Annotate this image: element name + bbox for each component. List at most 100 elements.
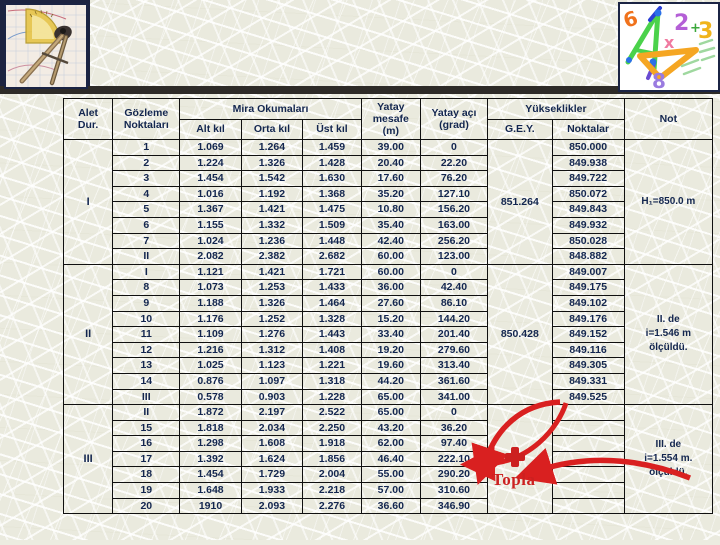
cell-nokta-yukseklik: 849.175 [551, 279, 625, 296]
cell-orta-kil: 1.276 [240, 326, 304, 343]
cell-yatay-mesafe: 57.00 [360, 482, 421, 499]
cell-nokta-yukseklik: 849.525 [551, 388, 625, 406]
cell-alt-kil: 1.024 [179, 232, 242, 250]
cell-ust-kil: 1.433 [302, 279, 362, 296]
cell-alt-kil: 1.069 [179, 139, 242, 156]
cell-yatay-aci: 36.20 [419, 419, 489, 437]
cell-yatay-mesafe: 44.20 [360, 372, 421, 390]
cell-nokta-yukseklik: 849.102 [551, 294, 625, 312]
cell-alt-kil: 1.392 [179, 450, 242, 468]
leveling-data-table-container: Alet Dur. Gözleme Noktaları Mira Okumala… [62, 98, 714, 515]
station-cell: II [62, 263, 114, 406]
yatay-mesafe-line3: (m) [382, 125, 399, 137]
cell-ust-kil: 1.509 [302, 216, 362, 234]
cell-alt-kil: 0.578 [179, 388, 242, 406]
cell-ust-kil: 2.682 [302, 248, 362, 265]
col-header-orta-kil: Orta kıl [240, 118, 304, 140]
cell-nokta-yukseklik [551, 435, 625, 452]
cell-observation-point: 19 [112, 482, 181, 499]
note-line: i=1.554 m. [644, 453, 693, 465]
col-header-gozleme-noktalari: Gözleme Noktaları [112, 98, 181, 140]
cell-ust-kil: 1.368 [302, 185, 362, 203]
cell-yatay-mesafe: 36.00 [360, 279, 421, 296]
cell-alt-kil: 1.121 [179, 263, 242, 281]
cell-orta-kil: 1.933 [240, 482, 304, 499]
cell-observation-point: 13 [112, 357, 181, 374]
cell-alt-kil: 1.818 [179, 419, 242, 437]
cell-alt-kil: 2.082 [179, 248, 242, 265]
table-row: 14 0.876 1.097 1.318 44.20 361.60 849.331 [64, 372, 713, 390]
table-row: 8 1.073 1.253 1.433 36.00 42.40 849.175 [64, 279, 713, 296]
cell-ust-kil: 1.475 [302, 201, 362, 218]
cell-yatay-aci: 279.60 [419, 341, 489, 359]
table-row: 15 1.818 2.034 2.250 43.20 36.20 [64, 419, 713, 437]
cell-yatay-aci: 290.20 [419, 466, 489, 484]
cell-alt-kil: 0.876 [179, 372, 242, 390]
cell-observation-point: 6 [112, 216, 181, 234]
cell-orta-kil: 1.252 [240, 310, 304, 328]
cell-yatay-aci: 0 [419, 263, 489, 281]
cell-orta-kil: 2.197 [240, 404, 304, 421]
cell-observation-point: 20 [112, 497, 181, 515]
cell-yatay-mesafe: 20.40 [360, 154, 421, 172]
cell-nokta-yukseklik [551, 482, 625, 499]
cell-observation-point: 18 [112, 466, 181, 484]
compass-protractor-photo [4, 3, 88, 89]
cell-alt-kil: 1.155 [179, 216, 242, 234]
note-line: ölçüldü. [649, 467, 688, 479]
cell-orta-kil: 1.542 [240, 170, 304, 187]
cell-nokta-yukseklik: 848.882 [551, 248, 625, 265]
cell-observation-point: II [112, 248, 181, 265]
alet-dur-line2: Dur. [77, 119, 99, 131]
cell-yatay-aci: 144.20 [419, 310, 489, 328]
cell-yatay-aci: 86.10 [419, 294, 489, 312]
cell-ust-kil: 1.459 [302, 139, 362, 156]
cell-yatay-mesafe: 35.20 [360, 185, 421, 203]
cell-yatay-aci: 163.00 [419, 216, 489, 234]
header-dark-strip [0, 86, 720, 94]
table-row: 12 1.216 1.312 1.408 19.20 279.60 849.116 [64, 341, 713, 359]
cell-yatay-aci: 156.20 [419, 201, 489, 218]
cell-ust-kil: 1.918 [302, 435, 362, 452]
cell-observation-point: 15 [112, 419, 181, 437]
cell-yatay-mesafe: 33.40 [360, 326, 421, 343]
cell-observation-point: 3 [112, 170, 181, 187]
col-header-ust-kil: Üst kıl [302, 118, 362, 140]
cell-ust-kil: 1.428 [302, 154, 362, 172]
cell-nokta-yukseklik [551, 450, 625, 468]
table-row: III 0.578 0.903 1.228 65.00 341.00 849.525 [64, 388, 713, 406]
cell-yatay-mesafe: 19.20 [360, 341, 421, 359]
table-row: 5 1.367 1.421 1.475 10.80 156.20 849.843 [64, 201, 713, 218]
table-row: 17 1.392 1.624 1.856 46.40 222.10 [64, 450, 713, 468]
cell-observation-point: 11 [112, 326, 181, 343]
cell-alt-kil: 1.367 [179, 201, 242, 218]
geometry-tools-clipart: 6 2 + 3 x 8 [618, 2, 720, 92]
cell-yatay-aci: 127.10 [419, 185, 489, 203]
cell-yatay-mesafe: 39.00 [360, 139, 421, 156]
col-header-not: Not [623, 98, 714, 140]
svg-text:x: x [664, 33, 675, 52]
cell-ust-kil: 2.276 [302, 497, 362, 515]
cell-alt-kil: 1.188 [179, 294, 242, 312]
note-line: II. de [656, 314, 680, 326]
cell-observation-point: I [112, 263, 181, 281]
cell-alt-kil: 1.454 [179, 466, 242, 484]
cell-yatay-aci: 97.40 [419, 435, 489, 452]
cell-orta-kil: 1.332 [240, 216, 304, 234]
cell-yatay-mesafe: 42.40 [360, 232, 421, 250]
cell-ust-kil: 1.221 [302, 357, 362, 374]
cell-observation-point: 7 [112, 232, 181, 250]
cell-orta-kil: 2.093 [240, 497, 304, 515]
cell-alt-kil: 1.073 [179, 279, 242, 296]
svg-text:2: 2 [674, 11, 689, 36]
cell-not: H₁=850.0 m [623, 139, 714, 265]
table-row: I 1 1.069 1.264 1.459 39.00 0 851.264 850.000 H₁=… [62, 139, 714, 265]
cell-orta-kil: 1.192 [240, 185, 304, 203]
cell-ust-kil: 2.522 [302, 404, 362, 421]
svg-text:8: 8 [652, 69, 666, 90]
cell-nokta-yukseklik: 849.938 [551, 154, 625, 172]
cell-orta-kil: 1.236 [240, 232, 304, 250]
cell-yatay-mesafe: 60.00 [360, 248, 421, 265]
cell-orta-kil: 1.608 [240, 435, 304, 452]
cell-observation-point: 10 [112, 310, 181, 328]
